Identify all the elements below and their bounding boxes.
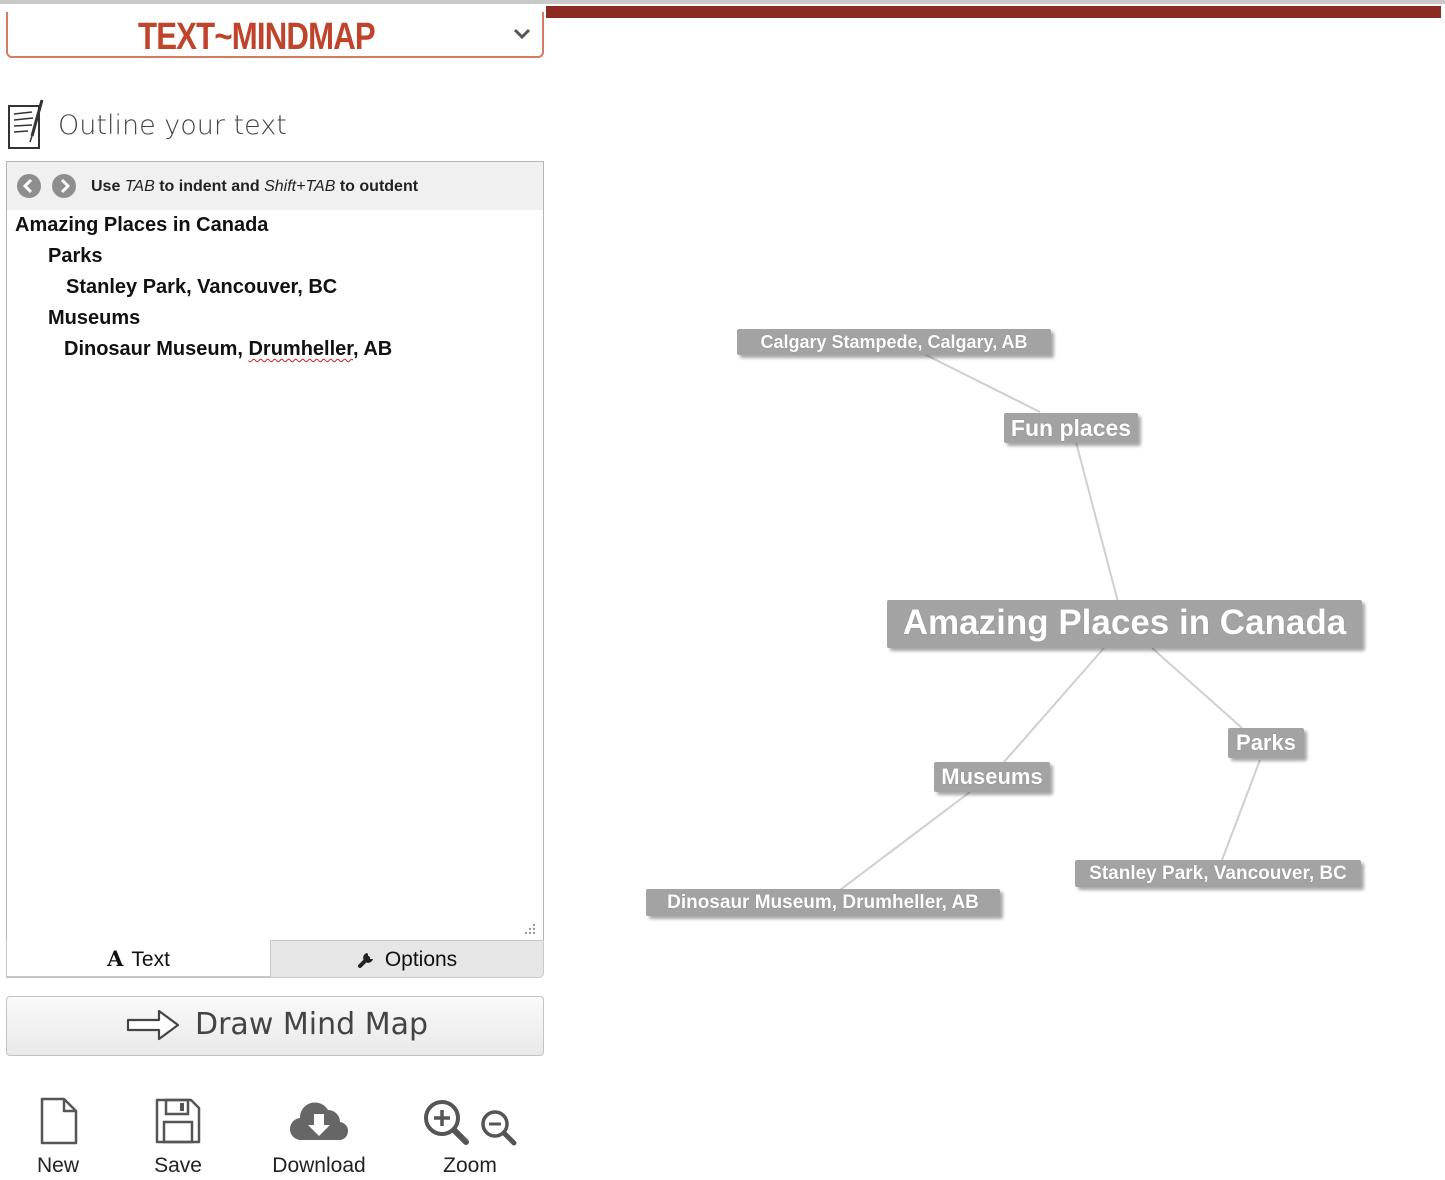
new-file-icon: [40, 1097, 78, 1145]
hint-to-indent: to indent and: [159, 178, 260, 195]
hint-bar: Use TAB to indent and Shift+TAB to outde…: [7, 162, 543, 210]
tab-options-label: Options: [384, 948, 458, 971]
mind-map-canvas[interactable]: Calgary Stampede, Calgary, AB Fun places…: [546, 20, 1441, 1180]
save-label: Save: [154, 1154, 202, 1177]
save-button[interactable]: Save: [146, 1096, 210, 1178]
chevron-right-icon: [60, 178, 71, 194]
wrench-icon: [357, 953, 373, 968]
outline-line[interactable]: Amazing Places in Canada: [15, 214, 268, 237]
download-label: Download: [272, 1154, 366, 1177]
top-border-line: [0, 0, 1445, 4]
tab-text-label: Text: [131, 948, 170, 971]
hint-shift-tab-key: Shift+TAB: [264, 178, 336, 195]
outline-line[interactable]: Stanley Park, Vancouver, BC: [66, 276, 337, 299]
edge-root-museums: [1003, 647, 1105, 763]
indent-hint: Use TAB to indent and Shift+TAB to outde…: [91, 178, 418, 196]
outline-line[interactable]: Parks: [48, 245, 103, 268]
app-logo: TEXT~MINDMAP: [138, 16, 376, 58]
notepad-icon: [8, 99, 44, 149]
edge-root-fun: [1075, 441, 1119, 603]
new-label: New: [36, 1154, 79, 1177]
edge-parks-stanley: [1221, 759, 1261, 861]
outline-title: Outline your text: [58, 110, 287, 141]
map-node-museums[interactable]: Museums: [934, 762, 1050, 792]
text-glyph-icon: A: [107, 946, 124, 971]
map-node-calgary[interactable]: Calgary Stampede, Calgary, AB: [737, 329, 1051, 355]
chevron-down-icon: [513, 28, 531, 40]
tab-text[interactable]: A Text: [6, 940, 270, 978]
map-node-parks[interactable]: Parks: [1228, 728, 1304, 758]
arrow-right-icon: [126, 1009, 180, 1041]
resize-grip-icon[interactable]: [521, 922, 537, 938]
zoom-label: Zoom: [443, 1154, 497, 1177]
top-brand-bar: [546, 6, 1441, 18]
cloud-download-icon: [289, 1102, 349, 1141]
edge-fun-calgary: [923, 353, 1041, 413]
draw-mind-map-button[interactable]: Draw Mind Map: [6, 996, 544, 1056]
zoom-controls: Zoom: [418, 1096, 522, 1178]
map-node-stanley-park[interactable]: Stanley Park, Vancouver, BC: [1075, 860, 1361, 887]
outline-line[interactable]: Dinosaur Museum, Drumheller, AB: [64, 338, 392, 361]
chevron-left-icon: [22, 178, 33, 194]
outline-line-part: Dinosaur Museum,: [64, 338, 249, 360]
save-icon: [155, 1098, 201, 1144]
outline-line[interactable]: Museums: [48, 307, 140, 330]
edge-museums-dino: [839, 791, 971, 891]
indent-button[interactable]: [52, 174, 76, 198]
zoom-out-icon[interactable]: [479, 1096, 521, 1146]
draw-mind-map-label: Draw Mind Map: [195, 1007, 429, 1042]
map-node-fun-places[interactable]: Fun places: [1004, 413, 1138, 443]
tab-options[interactable]: Options: [270, 940, 544, 978]
misspelled-word: Drumheller: [248, 338, 353, 360]
map-node-dinosaur-museum[interactable]: Dinosaur Museum, Drumheller, AB: [646, 889, 1000, 916]
download-button[interactable]: Download: [264, 1096, 374, 1178]
edge-root-parks: [1151, 647, 1243, 729]
logo-dropdown[interactable]: TEXT~MINDMAP: [6, 12, 544, 58]
outdent-button[interactable]: [17, 174, 41, 198]
outline-editor[interactable]: Use TAB to indent and Shift+TAB to outde…: [6, 161, 544, 940]
hint-use: Use: [91, 178, 121, 195]
panel-tabs: A Text Options: [6, 940, 544, 980]
new-button[interactable]: New: [28, 1096, 88, 1178]
zoom-in-icon[interactable]: [420, 1096, 474, 1146]
outline-line-part: , AB: [352, 338, 393, 360]
map-node-root[interactable]: Amazing Places in Canada: [887, 600, 1362, 648]
hint-to-outdent: to outdent: [339, 178, 419, 195]
hint-tab-key: TAB: [124, 178, 155, 195]
